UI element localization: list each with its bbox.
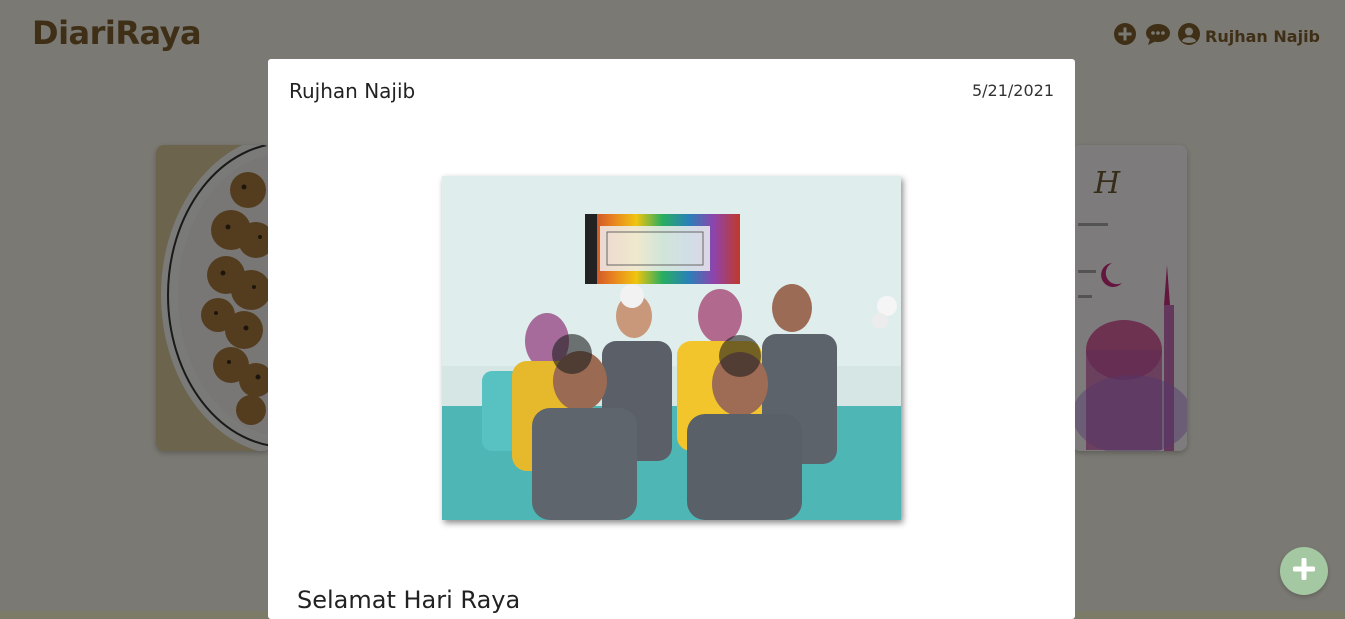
post-date: 5/21/2021 — [971, 81, 1054, 100]
post-photo — [442, 176, 901, 520]
post-title: Selamat Hari Raya — [297, 586, 521, 614]
post-modal: Rujhan Najib 5/21/2021 Selamat Hari Raya — [268, 59, 1075, 619]
post-author: Rujhan Najib — [289, 79, 416, 103]
plus-icon — [1291, 556, 1317, 586]
add-post-button[interactable] — [1280, 547, 1328, 595]
